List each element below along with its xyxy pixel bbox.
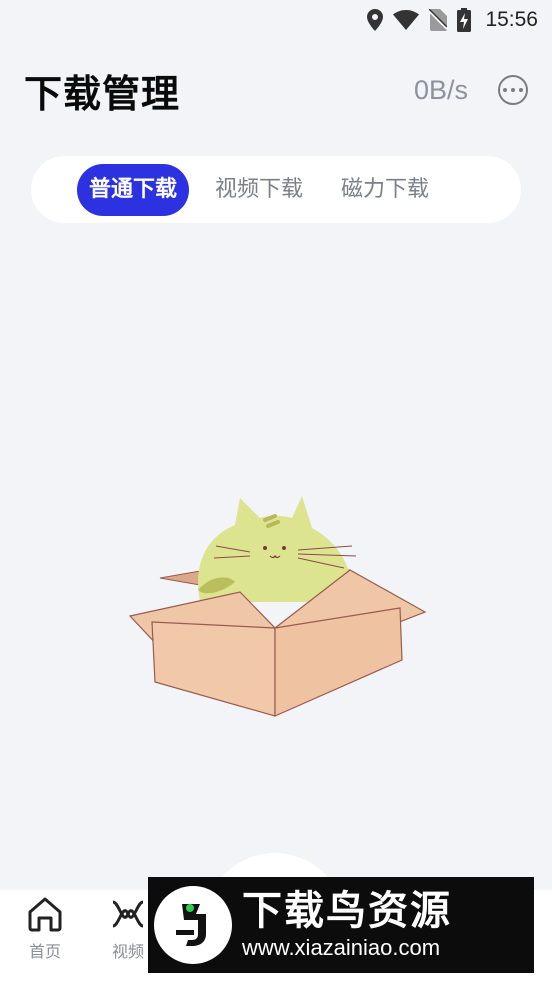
watermark-url: www.xiazainiao.com bbox=[242, 935, 441, 960]
location-icon bbox=[367, 9, 384, 31]
no-sim-icon bbox=[429, 9, 448, 31]
watermark-title: 下载鸟资源 bbox=[242, 888, 452, 934]
tab-video-download[interactable]: 视频下载 bbox=[203, 164, 315, 216]
download-type-tabs: 普通下载 视频下载 磁力下载 bbox=[31, 156, 521, 223]
page-title: 下载管理 bbox=[24, 71, 181, 116]
bird-logo-icon bbox=[154, 886, 232, 964]
battery-charging-icon bbox=[457, 8, 472, 32]
tab-magnet-download[interactable]: 磁力下载 bbox=[329, 164, 441, 216]
header: 下载管理 0B/s bbox=[24, 60, 528, 120]
video-icon bbox=[109, 900, 147, 936]
status-bar: 15:56 bbox=[0, 0, 552, 40]
nav-label-home: 首页 bbox=[28, 942, 61, 961]
watermark-banner: 下载鸟资源 www.xiazainiao.com bbox=[148, 877, 534, 973]
empty-state-illustration bbox=[120, 490, 430, 720]
cat-in-box-icon bbox=[128, 496, 427, 717]
clock: 15:56 bbox=[485, 8, 538, 31]
nav-item-home[interactable]: 首页 bbox=[15, 896, 75, 962]
download-speed: 0B/s bbox=[413, 74, 468, 105]
wifi-icon bbox=[393, 10, 420, 30]
more-dots-icon bbox=[503, 88, 507, 92]
home-icon bbox=[26, 897, 64, 936]
more-options-button[interactable] bbox=[498, 75, 528, 105]
tab-normal-download[interactable]: 普通下载 bbox=[77, 163, 190, 216]
